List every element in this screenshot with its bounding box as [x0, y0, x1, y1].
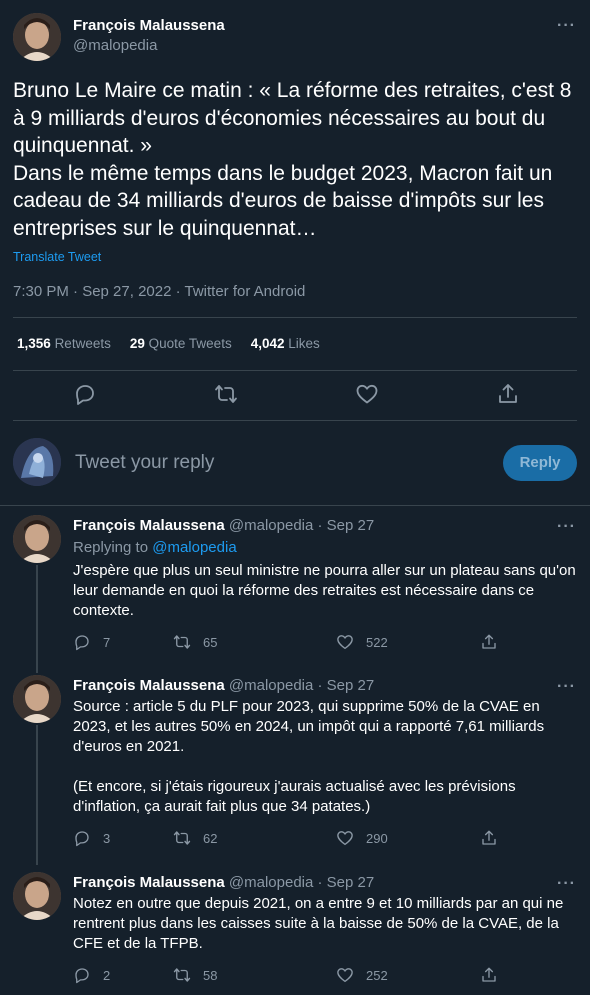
retweet-button[interactable]: 62: [173, 829, 217, 847]
retweet-button[interactable]: 58: [173, 966, 217, 984]
reply-text: Source : article 5 du PLF pour 2023, qui…: [73, 698, 545, 815]
divider: [13, 420, 577, 421]
author-name[interactable]: François Malaussena: [73, 677, 225, 694]
reply-button[interactable]: 7: [73, 633, 110, 651]
retweet-icon: [173, 968, 191, 982]
more-icon[interactable]: ···: [557, 679, 576, 695]
share-icon: [482, 830, 496, 845]
reply-icon[interactable]: [73, 382, 97, 406]
share-button[interactable]: [480, 829, 510, 847]
handle-date[interactable]: @malopedia · Sep 27: [229, 517, 374, 534]
heart-icon: [337, 831, 353, 846]
replying-to: Replying to @malopedia: [73, 539, 237, 556]
reply-actions: 2 58 252: [73, 966, 513, 988]
reply-button[interactable]: 2: [73, 966, 110, 984]
reply-icon: [75, 635, 89, 651]
divider: [0, 505, 590, 506]
reply-header: François Malaussena @malopedia · Sep 27: [73, 874, 374, 891]
tweet-text: Bruno Le Maire ce matin : « La réforme d…: [13, 79, 572, 240]
retweet-icon[interactable]: [214, 382, 238, 406]
tweet-stats: 1,356 Retweets 29 Quote Tweets 4,042 Lik…: [17, 336, 320, 351]
like-button[interactable]: 290: [336, 829, 388, 847]
retweet-icon: [173, 635, 191, 649]
retweets-stat[interactable]: 1,356 Retweets: [17, 336, 111, 351]
divider: [13, 317, 577, 318]
like-button[interactable]: 522: [336, 633, 388, 651]
translate-tweet-link[interactable]: Translate Tweet: [13, 250, 101, 264]
reply-actions: 3 62 290: [73, 829, 513, 851]
reply-text: J'espère que plus un seul ministre ne po…: [73, 562, 580, 619]
share-button[interactable]: [480, 633, 510, 651]
divider: [13, 370, 577, 371]
share-icon: [482, 634, 496, 649]
thread-line: [36, 725, 38, 865]
reply-icon: [75, 831, 89, 847]
quotes-stat[interactable]: 29 Quote Tweets: [130, 336, 232, 351]
heart-icon: [337, 635, 353, 650]
retweet-icon: [173, 831, 191, 845]
more-icon[interactable]: ···: [557, 876, 576, 892]
reply-button[interactable]: 3: [73, 829, 110, 847]
author-avatar[interactable]: [13, 515, 61, 563]
author-name[interactable]: François Malaussena: [73, 874, 225, 891]
share-icon: [482, 967, 496, 982]
more-icon[interactable]: ···: [557, 519, 576, 535]
handle-date[interactable]: @malopedia · Sep 27: [229, 874, 374, 891]
reply-input[interactable]: Tweet your reply: [75, 452, 214, 474]
like-button[interactable]: 252: [336, 966, 388, 984]
share-button[interactable]: [480, 966, 510, 984]
author-name[interactable]: François Malaussena: [73, 517, 225, 534]
share-icon[interactable]: [496, 382, 520, 406]
reply-header: François Malaussena @malopedia · Sep 27: [73, 677, 374, 694]
current-user-avatar[interactable]: [13, 438, 61, 486]
author-avatar[interactable]: [13, 675, 61, 723]
replying-to-handle[interactable]: @malopedia: [152, 539, 236, 556]
reply-text: Notez en outre que depuis 2021, on a ent…: [73, 895, 568, 952]
author-handle[interactable]: @malopedia: [73, 37, 157, 54]
reply-actions: 7 65 522: [73, 633, 513, 655]
retweet-button[interactable]: 65: [173, 633, 217, 651]
author-avatar[interactable]: [13, 872, 61, 920]
tweet-actions: [0, 380, 590, 410]
author-avatar[interactable]: [13, 13, 61, 61]
handle-date[interactable]: @malopedia · Sep 27: [229, 677, 374, 694]
reply-button[interactable]: Reply: [503, 445, 577, 481]
heart-icon: [337, 968, 353, 983]
heart-icon[interactable]: [355, 382, 379, 406]
likes-stat[interactable]: 4,042 Likes: [251, 336, 320, 351]
author-name[interactable]: François Malaussena: [73, 17, 225, 34]
reply-header: François Malaussena @malopedia · Sep 27: [73, 517, 374, 534]
more-icon[interactable]: ···: [557, 18, 576, 34]
thread-line: [36, 565, 38, 673]
tweet-meta[interactable]: 7:30 PM · Sep 27, 2022 · Twitter for And…: [13, 283, 305, 300]
reply-icon: [75, 968, 89, 984]
